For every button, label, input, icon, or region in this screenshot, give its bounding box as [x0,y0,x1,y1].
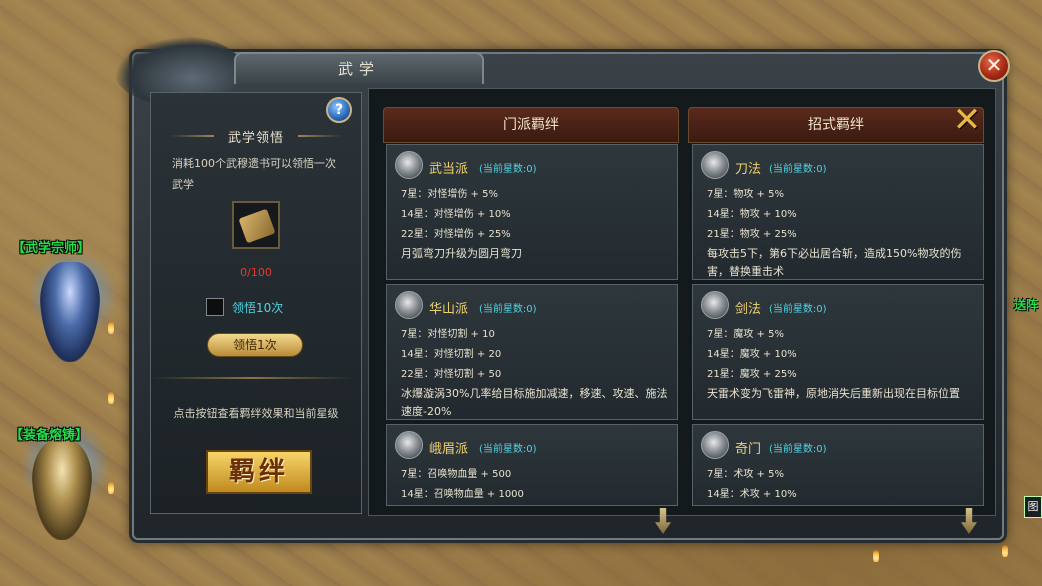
wudang-emblem-icon [395,151,423,179]
card-line: 7星：对怪切割 + 10 [401,329,495,340]
torch-icon [108,320,114,334]
card-stars: (当前星数:0) [769,444,827,455]
close-icon[interactable]: ✕ [978,50,1010,82]
torch-icon [108,390,114,404]
card-line: 22星：对怪切割 + 50 [401,369,502,380]
card-stars: (当前星数:0) [479,444,537,455]
torch-icon [108,480,114,494]
divider [152,377,352,379]
teleport-label: 送阵 [1014,298,1039,312]
card-desc: 每攻击5下，第6下必出居合斩，造成150%物攻的伤害，替换重击术 [707,247,962,278]
card-line: 14星：魔攻 + 10% [707,349,797,360]
scroll-book-slot[interactable] [232,201,280,249]
move-card-qimen: 奇门 (当前星数:0) 7星：术攻 + 5% 14星：术攻 + 10% [692,424,984,506]
comprehend-10-label[interactable]: 领悟10次 [232,299,283,316]
book-count: 0/100 [240,266,272,279]
npc-label-equipment-smelt: 【装备熔铸】 [10,428,89,443]
bond-hint: 点击按钮查看羁绊效果和当前星级 [173,407,339,420]
move-card-saber: 刀法 (当前星数:0) 7星：物攻 + 5% 14星：物攻 + 10% 21星：… [692,144,984,280]
move-card-sword: 剑法 (当前星数:0) 7星：魔攻 + 5% 14星：魔攻 + 10% 21星：… [692,284,984,420]
comprehend-description: 消耗100个武穆遗书可以领悟一次武学 [172,157,336,191]
card-line: 14星：物攻 + 10% [707,209,797,220]
card-stars: (当前星数:0) [479,164,537,175]
card-desc: 月弧弯刀升级为圆月弯刀 [401,247,522,260]
card-line: 7星：魔攻 + 5% [707,329,784,340]
card-line: 14星：对怪增伤 + 10% [401,209,511,220]
card-line: 21星：魔攻 + 25% [707,369,797,380]
sword-icon [701,291,729,319]
card-name: 峨眉派 [429,442,469,457]
sect-card-emei: 峨眉派 (当前星数:0) 7星：召唤物血量 + 500 14星：召唤物血量 + … [386,424,678,506]
card-name: 武当派 [429,162,469,177]
comprehend-10-checkbox[interactable] [206,298,224,316]
martial-master-npc[interactable] [40,262,100,362]
map-button[interactable]: 图 [1024,496,1042,518]
card-line: 14星：术攻 + 10% [707,489,797,500]
card-line: 14星：召唤物血量 + 1000 [401,489,524,500]
scroll-book-icon [238,208,276,244]
equipment-smelt-npc[interactable] [32,440,92,540]
card-line: 21星：物攻 + 25% [707,229,797,240]
card-line: 14星：对怪切割 + 20 [401,349,502,360]
tab-sect-bond[interactable]: 门派羁绊 [383,107,679,143]
bagua-icon [701,431,729,459]
huashan-emblem-icon [395,291,423,319]
card-line: 22星：对怪增伤 + 25% [401,229,511,240]
window-title: 武学 [234,52,484,84]
comprehend-once-button[interactable]: 领悟1次 [207,333,303,357]
torch-icon [1002,543,1008,557]
sect-card-huashan: 华山派 (当前星数:0) 7星：对怪切割 + 10 14星：对怪切割 + 20 … [386,284,678,420]
tab-move-bond[interactable]: 招式羁绊 [688,107,984,143]
card-stars: (当前星数:0) [479,304,537,315]
card-line: 7星：召唤物血量 + 500 [401,469,512,480]
card-name: 华山派 [429,302,469,317]
card-line: 7星：对怪增伤 + 5% [401,189,498,200]
card-name: 刀法 [735,162,762,177]
sect-card-wudang: 武当派 (当前星数:0) 7星：对怪增伤 + 5% 14星：对怪增伤 + 10%… [386,144,678,280]
card-name: 奇门 [735,442,762,457]
card-stars: (当前星数:0) [769,164,827,175]
card-desc: 天雷术变为飞雷神，原地消失后重新出现在目标位置 [707,387,960,400]
card-line: 7星：术攻 + 5% [707,469,784,480]
torch-icon [873,548,879,562]
bond-button[interactable]: 羁绊 [206,450,312,494]
npc-label-martial-master: 【武学宗师】 [12,241,91,256]
emei-emblem-icon [395,431,423,459]
card-name: 剑法 [735,302,762,317]
card-line: 7星：物攻 + 5% [707,189,784,200]
crossed-swords-close-icon[interactable]: ✕ [950,103,984,138]
card-desc: 冰爆漩涡30%几率给目标施加减速，移速、攻速、施法速度-20% [401,387,668,418]
help-icon[interactable]: ? [326,97,352,123]
saber-icon [701,151,729,179]
card-stars: (当前星数:0) [769,304,827,315]
comprehend-title: 武学领悟 [150,127,362,146]
